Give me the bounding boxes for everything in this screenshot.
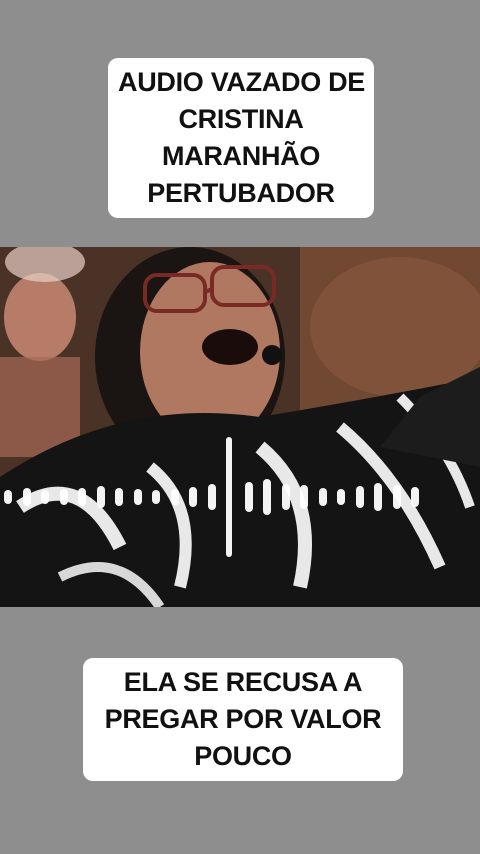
waveform-bar xyxy=(22,488,31,506)
waveform-bar xyxy=(78,488,86,506)
waveform-bar xyxy=(263,479,271,515)
waveform-bar xyxy=(300,485,308,509)
waveform-bar xyxy=(281,484,290,510)
waveform-bar xyxy=(226,437,232,557)
top-caption-line: PERTUBADOR xyxy=(147,178,335,208)
waveform-bar xyxy=(4,490,12,504)
waveform-bar xyxy=(170,489,179,505)
top-caption-line: MARANHÃO xyxy=(161,141,321,171)
waveform-bar xyxy=(133,489,142,505)
bottom-caption-line: POUCO xyxy=(194,741,292,771)
waveform-bar xyxy=(355,486,364,508)
waveform-bar xyxy=(374,483,382,511)
bottom-caption-line: PREGAR POR VALOR xyxy=(104,704,382,734)
waveform-bar xyxy=(318,488,327,506)
waveform-bar xyxy=(59,489,68,505)
top-caption-line: CRISTINA xyxy=(178,104,304,134)
waveform-bar xyxy=(244,482,253,512)
waveform-bar xyxy=(207,484,216,510)
top-caption: AUDIO VAZADO DE CRISTINA MARANHÃO PERTUB… xyxy=(108,58,374,218)
waveform-bar xyxy=(152,490,160,504)
waveform-bar xyxy=(411,487,419,507)
waveform-bar xyxy=(96,486,105,508)
waveform-bar xyxy=(115,488,123,506)
waveform-bar xyxy=(189,487,197,507)
waveform-bar xyxy=(392,485,401,509)
bottom-caption: ELA SE RECUSA A PREGAR POR VALOR POUCO xyxy=(83,658,403,781)
bottom-caption-line: ELA SE RECUSA A xyxy=(123,667,363,697)
video-frame xyxy=(0,247,480,607)
photo-scene xyxy=(0,247,480,607)
waveform-bar xyxy=(337,489,345,505)
waveform-bar xyxy=(41,490,49,504)
top-caption-line: AUDIO VAZADO DE xyxy=(118,67,366,97)
